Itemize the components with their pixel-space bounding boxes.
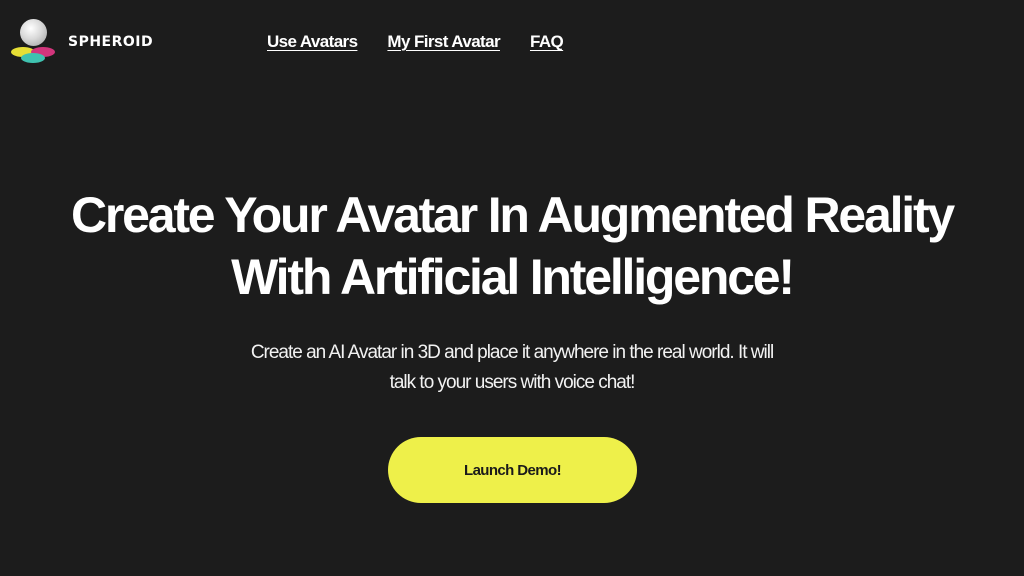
- launch-demo-button[interactable]: Launch Demo!: [388, 437, 637, 503]
- hero-title-line-2: With Artificial Intelligence!: [231, 249, 795, 305]
- nav-link-my-first-avatar[interactable]: My First Avatar: [387, 32, 500, 52]
- nav-link-faq[interactable]: FAQ: [530, 32, 564, 52]
- hero-subtitle: Create an AI Avatar in 3D and place it a…: [212, 338, 812, 398]
- nav-link-use-avatars[interactable]: Use Avatars: [267, 32, 358, 52]
- landing-page: SPHEROID Use Avatars My First Avatar FAQ…: [0, 0, 1024, 576]
- teal-disc-shape: [21, 53, 45, 63]
- brand-name[interactable]: SPHEROID: [68, 34, 153, 50]
- hero-subtitle-line-1: Create an AI Avatar in 3D and place it a…: [250, 342, 774, 363]
- sphere-shape: [20, 19, 47, 46]
- hero-subtitle-line-2: talk to your users with voice chat!: [389, 372, 636, 393]
- hero-title: Create Your Avatar In Augmented Reality …: [0, 184, 1024, 308]
- hero-title-line-1: Create Your Avatar In Augmented Reality: [70, 187, 955, 243]
- spheroid-logo-icon[interactable]: [11, 19, 57, 65]
- main-nav: Use Avatars My First Avatar FAQ: [267, 32, 564, 52]
- site-header: SPHEROID Use Avatars My First Avatar FAQ: [0, 0, 1024, 84]
